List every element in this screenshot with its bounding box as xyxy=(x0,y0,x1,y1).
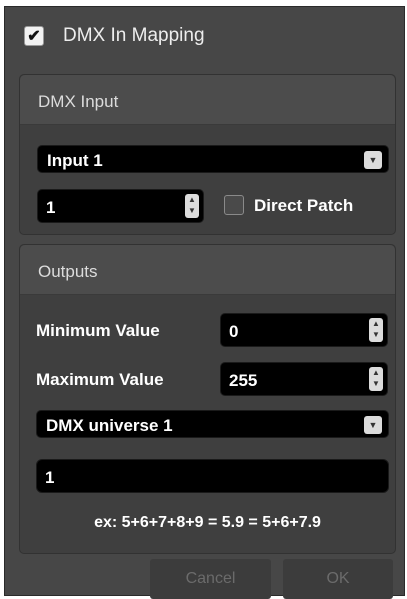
spinner-arrows-icon[interactable]: ▲ ▼ xyxy=(185,194,199,218)
output-channels-input[interactable]: 1 xyxy=(36,459,389,493)
dropdown-arrow-icon[interactable]: ▼ xyxy=(364,416,382,434)
maximum-value-label: Maximum Value xyxy=(36,370,164,389)
direct-patch-checkbox[interactable] xyxy=(224,195,244,215)
input-select[interactable]: Input 1 ▼ xyxy=(37,145,389,173)
dmx-input-group-title: DMX Input xyxy=(38,92,119,111)
minimum-value-value: 0 xyxy=(229,322,239,341)
dmx-input-group-header: DMX Input xyxy=(20,75,395,125)
ok-button[interactable]: OK xyxy=(283,559,393,599)
dropdown-arrow-icon[interactable]: ▼ xyxy=(364,151,382,169)
outputs-group-header: Outputs xyxy=(20,245,395,295)
minimum-value-spinbox[interactable]: 0 ▲ ▼ xyxy=(220,313,388,347)
maximum-value-value: 255 xyxy=(229,371,258,390)
minimum-value-label: Minimum Value xyxy=(36,321,160,340)
dmx-input-group: DMX Input Input 1 ▼ 1 ▲ ▼ Direct Patch xyxy=(19,74,396,235)
universe-select[interactable]: DMX universe 1 ▼ xyxy=(36,410,389,438)
spinner-arrows-icon[interactable]: ▲ ▼ xyxy=(369,367,383,391)
enable-mapping-checkbox[interactable]: ✔ xyxy=(24,26,44,46)
universe-select-value: DMX universe 1 xyxy=(46,416,173,435)
panel-header: ✔ DMX In Mapping xyxy=(5,7,404,61)
panel-title: DMX In Mapping xyxy=(63,25,205,46)
example-hint: ex: 5+6+7+8+9 = 5.9 = 5+6+7.9 xyxy=(94,514,321,531)
direct-patch-label: Direct Patch xyxy=(254,196,354,215)
outputs-group: Outputs Minimum Value 0 ▲ ▼ Maximum Value… xyxy=(19,244,396,554)
maximum-value-spinbox[interactable]: 255 ▲ ▼ xyxy=(220,362,388,396)
cancel-button[interactable]: Cancel xyxy=(150,559,271,599)
output-channels-value: 1 xyxy=(45,468,55,487)
dmx-channel-spinbox[interactable]: 1 ▲ ▼ xyxy=(37,189,204,223)
outputs-group-title: Outputs xyxy=(38,262,98,281)
dmx-channel-value: 1 xyxy=(46,198,56,217)
input-select-value: Input 1 xyxy=(47,151,103,170)
dmx-in-mapping-panel: ✔ DMX In Mapping DMX Input Input 1 ▼ 1 ▲… xyxy=(4,6,405,599)
spinner-arrows-icon[interactable]: ▲ ▼ xyxy=(369,318,383,342)
